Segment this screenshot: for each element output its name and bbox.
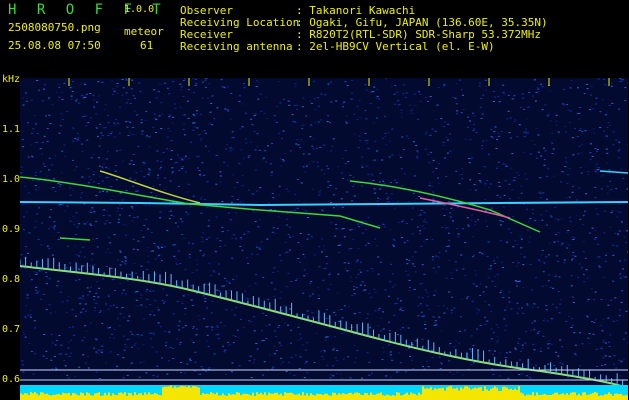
y-axis-unit: kHz <box>2 74 21 85</box>
y-axis-tick-0-6: 0.6 <box>2 374 21 385</box>
y-axis-tick-1-1: 1.1 <box>2 124 21 135</box>
image-filename: 2508080750.png <box>8 21 101 34</box>
app-version: 1.0.0 <box>124 4 155 15</box>
y-axis-tick-0-8: 0.8 <box>2 274 21 285</box>
antenna-label: Receiving antenna <box>180 40 293 53</box>
antenna-value: : 2el-HB9CV Vertical (el. E-W) <box>296 40 495 53</box>
meteor-count: 61 <box>140 39 154 52</box>
image-datetime: 25.08.08 07:50 <box>8 39 101 52</box>
y-axis-tick-0-7: 0.7 <box>2 324 21 335</box>
y-axis-tick-1-0: 1.0 <box>2 174 21 185</box>
meteor-label: meteor <box>124 25 164 38</box>
spectrogram <box>20 78 628 400</box>
y-axis-tick-0-9: 0.9 <box>2 224 21 235</box>
